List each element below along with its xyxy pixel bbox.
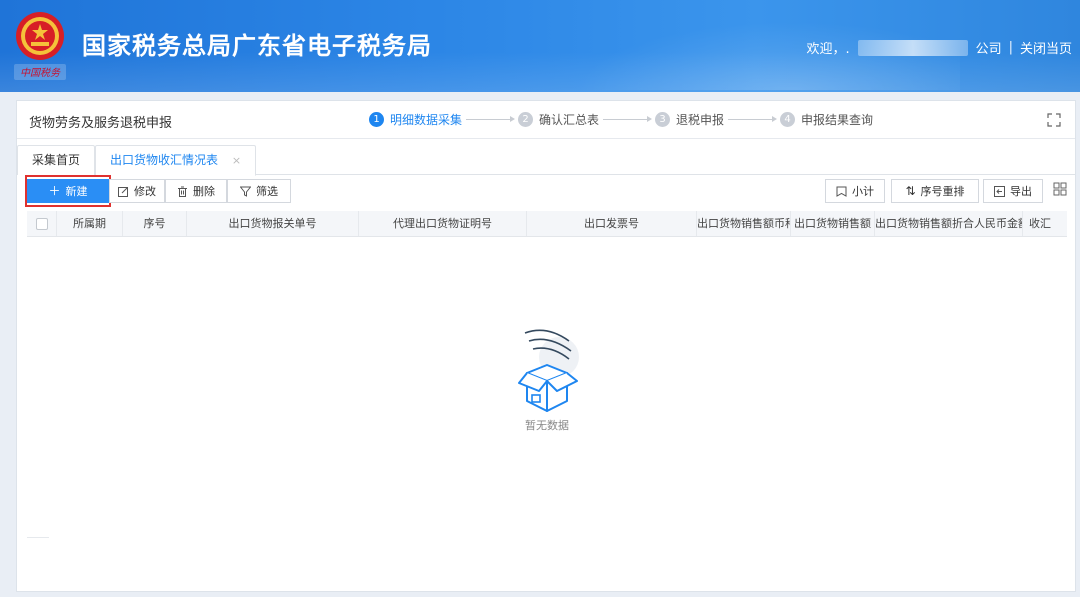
column-header[interactable]: 收汇 <box>1023 211 1057 236</box>
user-area: 欢迎，. 公司 | 关闭当页 <box>806 38 1072 57</box>
tab-label: 出口货物收汇情况表 <box>110 153 219 167</box>
step-1[interactable]: 1 明细数据采集 <box>369 111 462 128</box>
masked-username <box>857 39 968 56</box>
site-title: 国家税务总局广东省电子税务局 <box>82 32 432 60</box>
national-emblem-icon <box>16 12 64 60</box>
step-connector <box>603 116 653 122</box>
column-header[interactable]: 所属期 <box>57 211 123 236</box>
step-number: 4 <box>780 112 796 127</box>
column-header[interactable]: 出口货物报关单号 <box>187 211 359 236</box>
plus-icon: ＋ <box>48 184 61 198</box>
emblem-caption: 中国税务 <box>14 64 66 80</box>
column-header[interactable]: 出口货物销售额币种 <box>697 211 791 236</box>
sort-icon: ⇅ <box>905 184 916 198</box>
fullscreen-icon[interactable] <box>1047 113 1061 127</box>
empty-box-icon <box>518 329 579 412</box>
step-number: 2 <box>518 112 534 127</box>
step-label: 确认汇总表 <box>539 113 600 127</box>
subtotal-label: 小计 <box>852 185 874 198</box>
main-card: 货物劳务及服务退税申报 1 明细数据采集 2 确认汇总表 3 退税申报 4 申报… <box>16 100 1076 592</box>
close-icon[interactable]: × <box>232 154 241 167</box>
step-number: 1 <box>369 112 384 127</box>
close-page-link[interactable]: 关闭当页 <box>1020 38 1072 57</box>
new-label: 新建 <box>65 185 88 198</box>
subtotal-button[interactable]: 小计 <box>825 179 885 203</box>
step-number: 3 <box>655 112 671 127</box>
step-label: 退税申报 <box>676 113 725 127</box>
top-bar: 货物劳务及服务退税申报 1 明细数据采集 2 确认汇总表 3 退税申报 4 申报… <box>17 101 1075 139</box>
filter-label: 筛选 <box>256 185 278 198</box>
new-button[interactable]: ＋ 新建 <box>27 179 109 203</box>
step-connector <box>728 116 778 122</box>
edit-icon <box>118 186 128 197</box>
delete-button[interactable]: 删除 <box>165 179 227 203</box>
horizontal-scrollbar[interactable] <box>27 537 49 538</box>
table-header: 所属期 序号 出口货物报关单号 代理出口货物证明号 出口发票号 出口货物销售额币… <box>27 211 1067 237</box>
column-header[interactable]: 出口货物销售额 <box>791 211 875 236</box>
step-4[interactable]: 4 申报结果查询 <box>780 111 873 128</box>
column-header[interactable]: 序号 <box>123 211 187 236</box>
tab-collection-home[interactable]: 采集首页 <box>17 145 96 175</box>
subtotal-icon <box>836 186 847 197</box>
separator: | <box>1008 40 1013 55</box>
tab-label: 采集首页 <box>32 153 81 167</box>
empty-state: 暂无数据 <box>487 321 607 432</box>
column-header[interactable]: 出口货物销售额折合人民币金额 <box>875 211 1023 236</box>
tab-export-receipts[interactable]: 出口货物收汇情况表 × <box>95 145 257 176</box>
edit-button[interactable]: 修改 <box>109 179 165 203</box>
select-all-checkbox[interactable] <box>35 217 48 230</box>
renumber-label: 序号重排 <box>920 185 965 198</box>
progress-steps: 1 明细数据采集 2 确认汇总表 3 退税申报 4 申报结果查询 <box>369 111 873 128</box>
step-label: 申报结果查询 <box>801 113 874 127</box>
toolbar: ＋ 新建 修改 删除 筛选 小计 ⇅ 序号重排 导出 <box>25 175 1067 207</box>
column-header[interactable]: 出口发票号 <box>527 211 697 236</box>
welcome-text: 欢迎，. <box>806 42 850 57</box>
page-title: 货物劳务及服务退税申报 <box>29 116 173 131</box>
edit-label: 修改 <box>134 185 156 198</box>
column-header[interactable]: 代理出口货物证明号 <box>359 211 527 236</box>
export-button[interactable]: 导出 <box>983 179 1043 203</box>
filter-button[interactable]: 筛选 <box>227 179 291 203</box>
company-suffix: 公司 <box>975 42 1002 57</box>
grid-settings-icon[interactable] <box>1053 182 1067 196</box>
step-2[interactable]: 2 确认汇总表 <box>518 111 599 128</box>
tab-bar: 采集首页 出口货物收汇情况表 × <box>17 145 1075 176</box>
trash-icon <box>178 186 187 197</box>
empty-text: 暂无数据 <box>525 419 569 432</box>
select-all-cell <box>27 211 57 236</box>
export-icon <box>994 185 1005 197</box>
export-label: 导出 <box>1010 185 1032 198</box>
delete-label: 删除 <box>193 185 215 198</box>
step-label: 明细数据采集 <box>390 113 463 127</box>
renumber-button[interactable]: ⇅ 序号重排 <box>891 179 979 203</box>
step-connector <box>466 116 516 122</box>
step-3[interactable]: 3 退税申报 <box>655 111 724 128</box>
site-header: 中国税务 国家税务总局广东省电子税务局 欢迎，. 公司 | 关闭当页 <box>0 0 1080 92</box>
filter-icon <box>240 186 251 197</box>
